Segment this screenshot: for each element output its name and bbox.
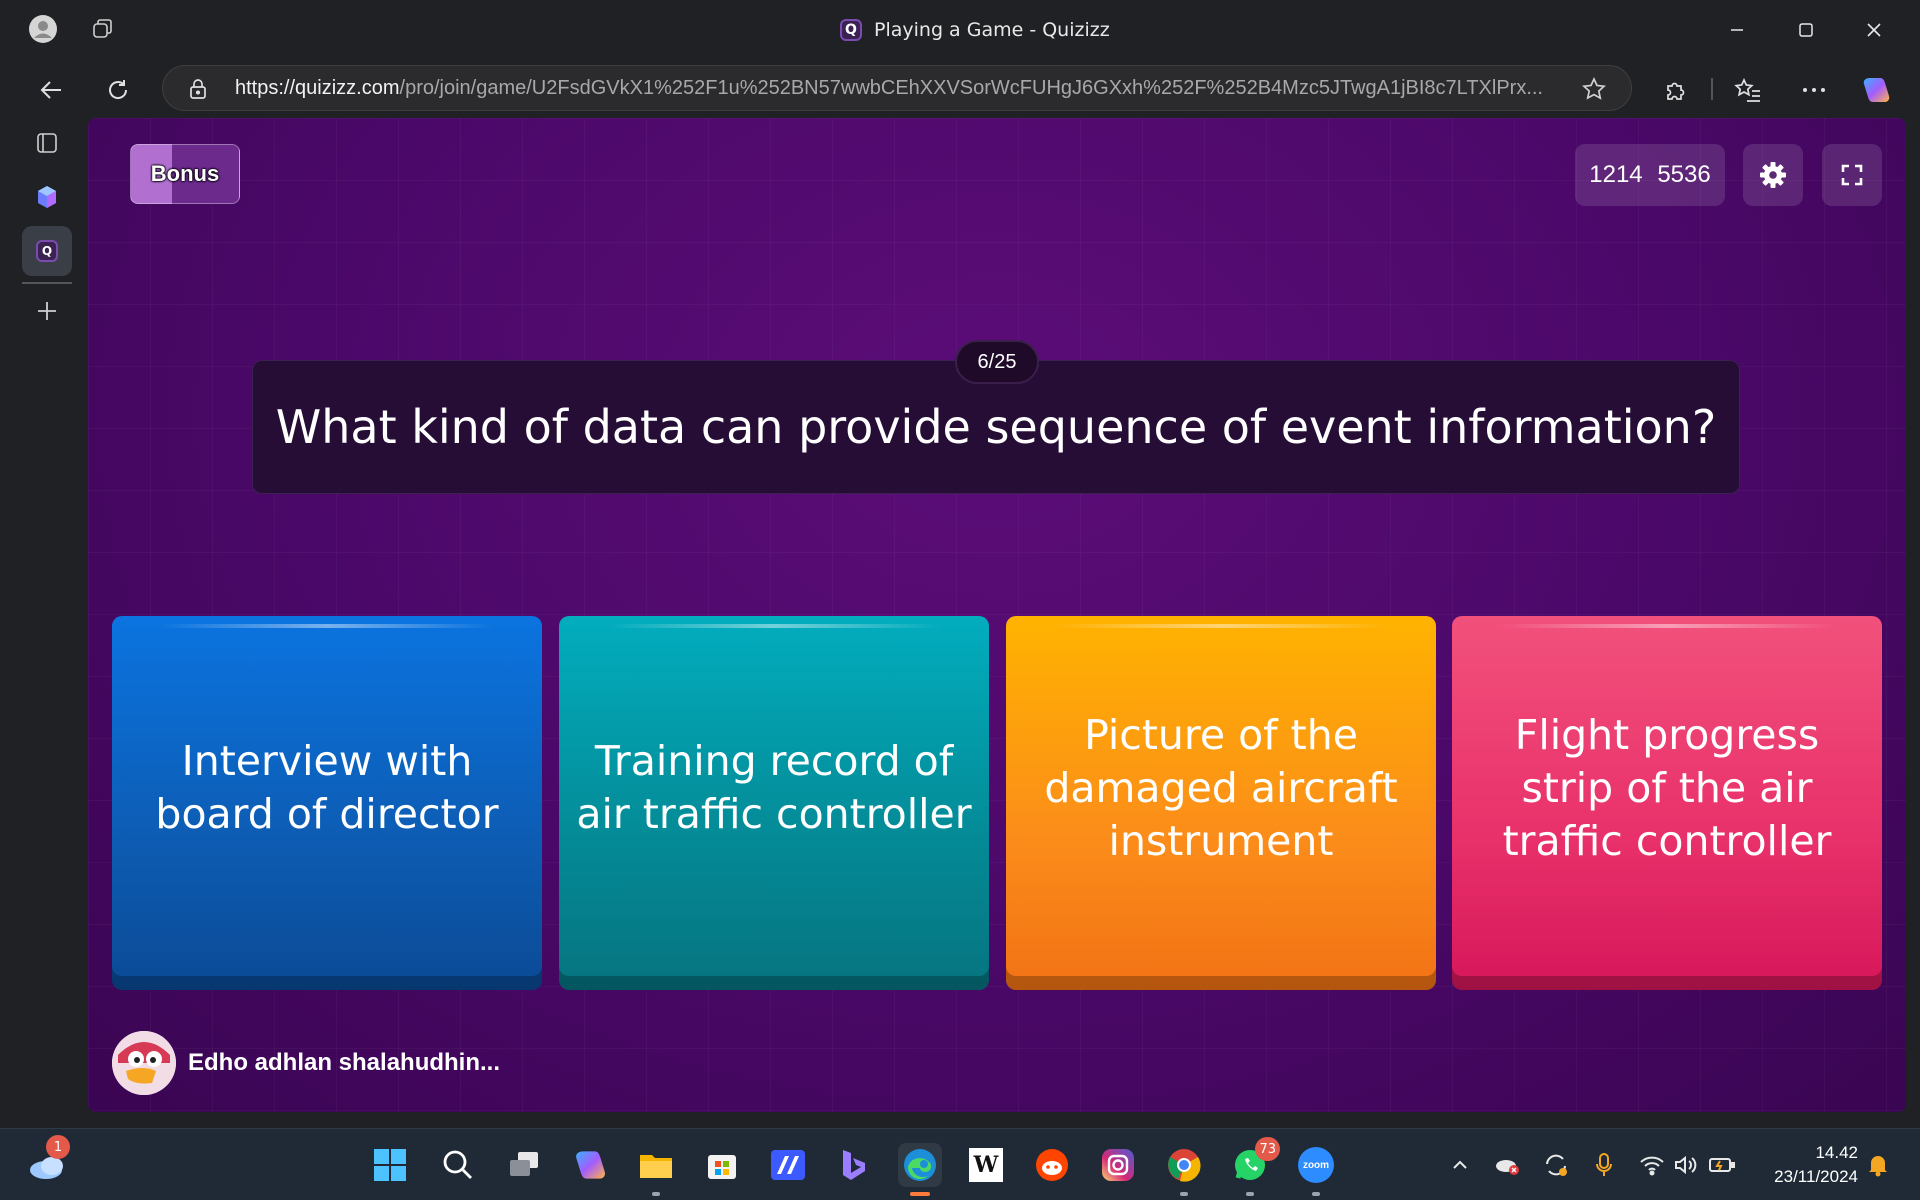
puzzle-icon[interactable] [1658,72,1694,108]
wikipedia-label: W [969,1148,1003,1182]
windows-start-icon[interactable] [368,1143,412,1187]
fullscreen-icon [1841,164,1863,186]
whatsapp-badge: 73 [1255,1137,1280,1161]
running-indicator [1246,1192,1254,1196]
microsoft-store-icon[interactable] [700,1143,744,1187]
address-bar[interactable]: https://quizizz.com/pro/join/game/U2FsdG… [162,65,1632,111]
copilot-icon[interactable] [568,1143,612,1187]
question-text: What kind of data can provide sequence o… [275,400,1717,454]
system-clock[interactable]: 14.42 23/11/2024 [1758,1141,1858,1189]
tab-title: Playing a Game - Quizizz [874,19,1110,41]
bing-icon[interactable] [832,1143,876,1187]
close-button[interactable] [1852,14,1896,46]
bonus-label: Bonus [150,161,220,186]
weather-badge: 1 [46,1135,70,1159]
zoom-label: zoom [1298,1147,1334,1183]
minimize-button[interactable] [1715,14,1759,46]
quizizz-logo-icon: Q [36,240,58,262]
running-indicator [652,1192,660,1196]
file-explorer-icon[interactable] [634,1143,678,1196]
fullscreen-button[interactable] [1822,144,1882,206]
reddit-icon[interactable] [1030,1143,1074,1187]
window-title: Q Playing a Game - Quizizz [840,16,1110,44]
title-bar: Q Playing a Game - Quizizz [0,0,1920,58]
url-text[interactable]: https://quizizz.com/pro/join/game/U2FsdG… [235,77,1555,100]
tab-actions-icon[interactable] [22,118,72,168]
notification-bell-icon[interactable] [1864,1151,1892,1179]
answer-option-text: Flight progress strip of the air traffic… [1502,710,1832,865]
running-indicator [1180,1192,1188,1196]
more-icon[interactable] [1796,72,1832,108]
url-domain: https://quizizz.com [235,77,400,99]
sidebar-divider [22,282,72,284]
copilot-cube-icon[interactable] [22,172,72,222]
chevron-up-icon[interactable] [1446,1151,1474,1179]
wifi-icon[interactable] [1638,1151,1666,1179]
answer-option-4[interactable]: Flight progress strip of the air traffic… [1452,616,1882,990]
quizizz-logo-icon: Q [840,19,862,41]
refresh-icon[interactable] [100,72,136,108]
instagram-icon[interactable] [1096,1143,1140,1187]
answer-option-text: Interview with board of director [155,737,499,838]
chrome-icon[interactable] [1162,1143,1206,1196]
copilot-icon[interactable] [1858,72,1894,108]
player-name: Edho adhlan shalahudhin... [188,1049,501,1076]
question-counter: 6/25 [955,340,1039,384]
quiz-game-area: Bonus 1214 5536 6/25 What kind of data c… [88,118,1906,1112]
windows-taskbar: 1 W 73 zoom 14.42 23/11/2024 [0,1128,1920,1200]
workspaces-icon[interactable] [88,14,118,44]
quizizz-tab-icon[interactable]: Q [22,226,72,276]
task-view-icon[interactable] [502,1143,546,1187]
browser-sidebar: Q [0,118,88,1118]
search-icon[interactable] [436,1143,480,1187]
microphone-icon[interactable] [1590,1151,1618,1179]
favorites-list-icon[interactable] [1730,72,1766,108]
clock-date: 23/11/2024 [1774,1167,1858,1186]
battery-icon[interactable] [1708,1151,1736,1179]
wikipedia-icon[interactable]: W [964,1143,1008,1187]
whatsapp-icon[interactable]: 73 [1228,1137,1280,1196]
edge-icon[interactable] [898,1143,942,1196]
gear-icon [1760,162,1786,188]
volume-icon[interactable] [1672,1151,1700,1179]
navigation-bar: https://quizizz.com/pro/join/game/U2FsdG… [0,58,1920,118]
maximize-button[interactable] [1784,14,1828,46]
answer-option-text: Picture of the damaged aircraft instrume… [1044,710,1398,865]
back-arrow-icon[interactable] [34,72,70,108]
active-indicator [910,1192,930,1196]
star-icon[interactable] [1581,76,1607,106]
clock-time: 14.42 [1815,1143,1858,1162]
vpn-app-icon[interactable] [766,1143,810,1187]
toolbar-divider [1711,78,1713,100]
answer-option-3[interactable]: Picture of the damaged aircraft instrume… [1006,616,1436,990]
zoom-icon[interactable]: zoom [1294,1143,1338,1196]
weather-widget-icon[interactable]: 1 [26,1135,70,1187]
profile-icon[interactable] [28,14,58,44]
onedrive-error-icon[interactable] [1494,1151,1522,1179]
join-code: 1214 5536 [1575,144,1725,206]
settings-button[interactable] [1743,144,1803,206]
answer-option-text: Training record of air traffic controlle… [576,737,972,838]
lock-icon[interactable] [187,78,209,104]
avatar [112,1031,176,1095]
add-tab-icon[interactable] [22,286,72,336]
sync-icon[interactable] [1542,1151,1570,1179]
player-info: Edho adhlan shalahudhin... [112,1030,500,1096]
bonus-badge: Bonus [130,144,240,204]
answer-option-2[interactable]: Training record of air traffic controlle… [559,616,989,990]
answer-option-1[interactable]: Interview with board of director [112,616,542,990]
url-path: /pro/join/game/U2FsdGVkX1%252F1u%252BN57… [399,77,1543,99]
running-indicator [1312,1192,1320,1196]
